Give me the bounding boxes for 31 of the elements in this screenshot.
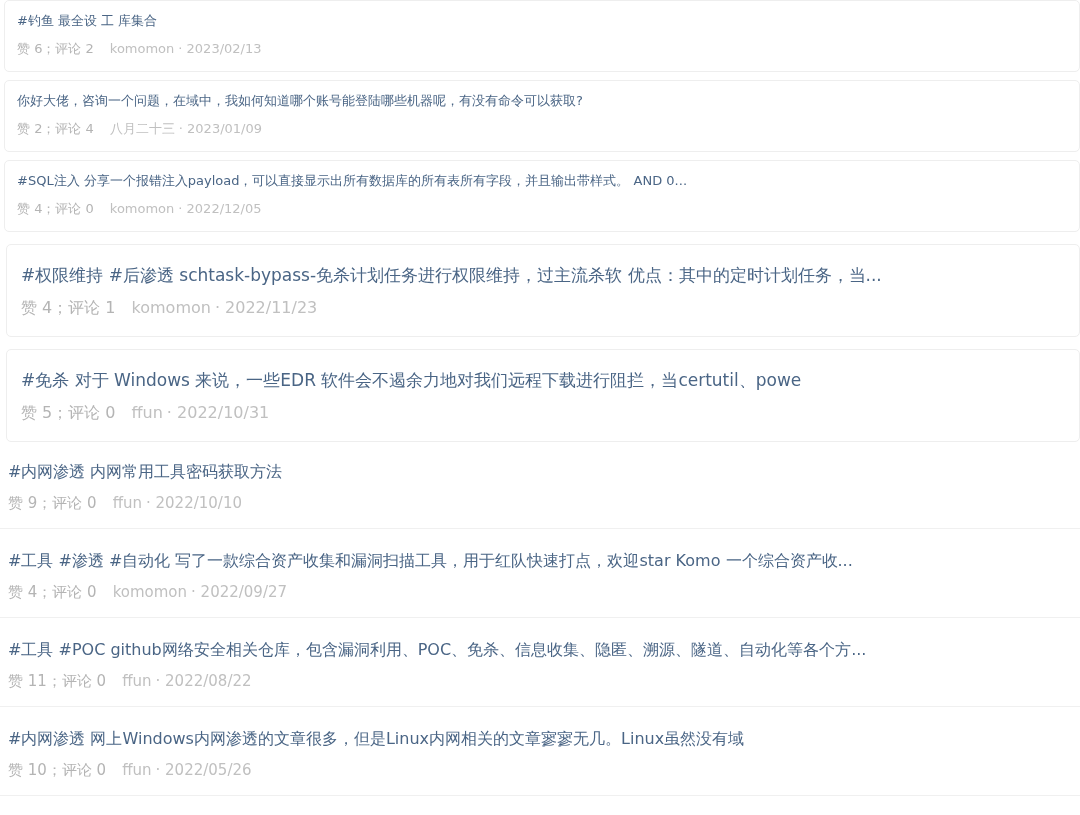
- post-title[interactable]: #内网渗透 内网常用工具密码获取方法: [8, 460, 1072, 484]
- post-title[interactable]: #SQL注入 分享一个报错注入payload，可以直接显示出所有数据库的所有表所有字段，并且输出带样式。 AND 0...: [17, 171, 1067, 191]
- post-title[interactable]: 你好大佬，咨询一个问题，在域中，我如何知道哪个账号能登陆哪些机器呢，有没有命令可以获取?: [17, 91, 1067, 111]
- post-stats: 赞 11；评论 0: [8, 671, 107, 692]
- post-stats: 赞 5；评论 0: [21, 402, 116, 424]
- post-stats: 赞 4；评论 0: [17, 200, 94, 218]
- post-title[interactable]: #工具 #渗透 #自动化 写了一款综合资产收集和漏洞扫描工具，用于红队快速打点，欢迎star Komo 一个综合资产收...: [8, 549, 1072, 573]
- post-card[interactable]: #SQL注入 分享一个报错注入payload，可以直接显示出所有数据库的所有表所有字段，并且输出带样式。 AND 0... 赞 4；评论 0 komomon · 2022/12/05: [4, 160, 1080, 232]
- post-date: · 2022/11/23: [214, 297, 318, 319]
- post-title[interactable]: #内网渗透 网上Windows内网渗透的文章很多，但是Linux内网相关的文章寥寥无几。Linux虽然没有域: [8, 727, 1072, 751]
- post-card[interactable]: #钓鱼 最全设 工 库集合 赞 6；评论 2 komomon · 2023/02/13: [4, 0, 1080, 72]
- post-date: · 2022/10/10: [146, 493, 242, 514]
- post-stats: 赞 4；评论 1: [21, 297, 116, 319]
- post-card[interactable]: #免杀 对于 Windows 来说，一些EDR 软件会不遏余力地对我们远程下载进行阻拦，当certutil、powe 赞 5；评论 0 ffun · 2022/10/31: [6, 349, 1080, 442]
- post-title[interactable]: #权限维持 #后渗透 schtask-bypass-免杀计划任务进行权限维持，过主流杀软 优点：其中的定时计划任务，当...: [21, 262, 1065, 288]
- post-card[interactable]: #权限维持 #后渗透 schtask-bypass-免杀计划任务进行权限维持，过主流杀软 优点：其中的定时计划任务，当... 赞 4；评论 1 komomon · 2022/11/23: [6, 244, 1080, 337]
- post-date: · 2022/12/05: [178, 200, 262, 218]
- post-stats: 赞 2；评论 4: [17, 120, 94, 138]
- post-date: · 2022/10/31: [166, 402, 270, 424]
- post-title[interactable]: #工具 #POC github网络安全相关仓库，包含漏洞利用、POC、免杀、信息收集、隐匿、溯源、隧道、自动化等各个方...: [8, 638, 1072, 662]
- post-title[interactable]: #钓鱼 最全设 工 库集合: [17, 11, 1067, 31]
- post-date: · 2022/08/22: [155, 671, 252, 692]
- post-date: · 2022/05/26: [155, 760, 252, 781]
- post-stats: 赞 4；评论 0: [8, 582, 97, 603]
- post-date: · 2023/02/13: [178, 40, 262, 58]
- post-stats: 赞 6；评论 2: [17, 40, 94, 58]
- post-stats: 赞 10；评论 0: [8, 760, 107, 781]
- post-date: · 2022/09/27: [191, 582, 288, 603]
- post-stats: 赞 9；评论 0: [8, 493, 97, 514]
- post-title[interactable]: #免杀 对于 Windows 来说，一些EDR 软件会不遏余力地对我们远程下载进行阻拦，当certutil、powe: [21, 367, 1065, 393]
- post-date: · 2023/01/09: [178, 120, 262, 138]
